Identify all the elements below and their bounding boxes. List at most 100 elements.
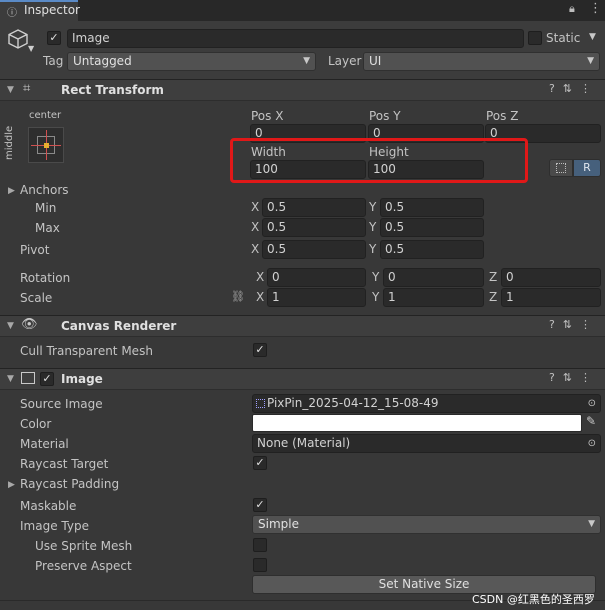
foldout-arrow-icon[interactable]: ▼ [7,321,14,331]
rot-x-letter: X [256,270,265,284]
rotation-label: Rotation [20,271,71,285]
object-picker-icon[interactable]: ⊙ [588,395,596,412]
layer-value: UI [369,54,382,68]
max-y-letter: Y [369,220,377,234]
canvas-renderer-header[interactable]: ▼ 👁︎ Canvas Renderer ?⇅⋮ [0,315,605,337]
rot-y-letter: Y [372,270,380,284]
pivot-label: Pivot [20,243,50,257]
tag-dropdown[interactable]: Untagged ▼ [67,52,316,71]
object-name-input[interactable]: Image [67,29,524,48]
rect-transform-header[interactable]: ▼ ⌗ Rect Transform ?⇅⋮ [0,79,605,101]
raycast-target-label: Raycast Target [20,457,109,471]
pivot-y-field[interactable]: 0.5 [380,240,484,259]
max-x-letter: X [251,220,260,234]
blueprint-mode-button[interactable] [549,159,573,177]
use-sprite-mesh-label: Use Sprite Mesh [35,539,133,553]
component-header-icons[interactable]: ?⇅⋮ [549,82,599,95]
color-label: Color [20,417,52,431]
raycast-padding-label: Raycast Padding [20,477,120,491]
scale-label: Scale [20,291,53,305]
image-icon [21,372,35,384]
chevron-down-icon: ▼ [588,519,595,529]
material-label: Material [20,437,69,451]
pivot-y-letter: Y [369,242,377,256]
chevron-down-icon: ▼ [303,56,310,66]
anchor-max-y-field[interactable]: 0.5 [380,218,484,237]
anchors-foldout-icon[interactable]: ▶ [8,186,15,196]
cull-transparent-mesh-label: Cull Transparent Mesh [20,344,153,358]
scale-x-field[interactable]: 1 [267,288,366,307]
link-icon[interactable]: ⛓︎ [231,290,245,303]
rect-transform-title: Rect Transform [61,83,164,97]
pivot-x-field[interactable]: 0.5 [262,240,366,259]
color-swatch[interactable] [252,414,582,432]
kebab-menu-icon[interactable]: ⋮ [589,1,602,16]
source-image-label: Source Image [20,397,103,411]
anchors-label: Anchors [20,183,69,197]
eyedropper-icon[interactable]: ✎ [586,414,596,428]
static-label: Static [546,31,581,45]
active-checkbox[interactable]: ✓ [47,31,61,45]
image-component-header[interactable]: ▼ ✓ Image ?⇅⋮ [0,368,605,390]
foldout-arrow-icon[interactable]: ▼ [7,374,14,384]
anchor-min-y-field[interactable]: 0.5 [380,198,484,217]
image-enabled-checkbox[interactable]: ✓ [40,372,54,386]
image-type-dropdown[interactable]: Simple ▼ [252,515,601,534]
component-header-icons[interactable]: ?⇅⋮ [549,318,599,331]
highlight-box [230,138,528,183]
chevron-down-icon: ▼ [587,56,594,66]
static-dropdown-icon[interactable]: ▼ [589,32,596,42]
min-x-letter: X [251,200,260,214]
preserve-aspect-checkbox[interactable] [253,558,267,572]
min-label: Min [35,201,57,215]
scale-z-field[interactable]: 1 [501,288,601,307]
scale-y-letter: Y [372,290,380,304]
layer-dropdown[interactable]: UI ▼ [363,52,600,71]
anchor-min-x-field[interactable]: 0.5 [262,198,366,217]
anchor-preset-button[interactable] [28,127,64,163]
cube-dropdown-icon[interactable]: ▼ [28,44,34,53]
scale-z-letter: Z [489,290,498,304]
source-image-field[interactable]: PixPin_2025-04-12_15-08-49 ⊙ [252,394,601,413]
image-component-title: Image [61,372,103,386]
use-sprite-mesh-checkbox[interactable] [253,538,267,552]
sprite-icon [256,399,265,408]
min-y-letter: Y [369,200,377,214]
rect-transform-icon: ⌗ [23,81,31,96]
maskable-label: Maskable [20,499,77,513]
tag-label: Tag [43,54,64,68]
source-image-value: PixPin_2025-04-12_15-08-49 [267,396,439,410]
image-type-label: Image Type [20,519,89,533]
rot-z-letter: Z [489,270,498,284]
lock-icon[interactable]: 🔒︎ [569,2,575,16]
object-picker-icon[interactable]: ⊙ [588,435,596,452]
anchor-preset-h-label: center [29,110,62,121]
raycast-target-checkbox[interactable]: ✓ [253,456,267,470]
preserve-aspect-label: Preserve Aspect [35,559,132,573]
rotation-y-field[interactable]: 0 [383,268,484,287]
anchor-max-x-field[interactable]: 0.5 [262,218,366,237]
image-type-value: Simple [258,517,299,531]
cube-icon [8,29,28,49]
scale-x-letter: X [256,290,265,304]
anchor-preset-v-label: middle [4,125,15,160]
static-checkbox[interactable] [528,31,542,45]
rotation-z-field[interactable]: 0 [501,268,601,287]
cull-transparent-mesh-checkbox[interactable]: ✓ [253,343,267,357]
component-header-icons[interactable]: ?⇅⋮ [549,371,599,384]
scale-y-field[interactable]: 1 [383,288,484,307]
raycast-padding-foldout-icon[interactable]: ▶ [8,480,15,490]
rotation-x-field[interactable]: 0 [267,268,366,287]
tag-value: Untagged [73,54,132,68]
material-value: None (Material) [257,436,351,450]
max-label: Max [35,221,60,235]
layer-label: Layer [328,54,362,68]
foldout-arrow-icon[interactable]: ▼ [7,85,14,95]
pivot-x-letter: X [251,242,260,256]
tab-inspector[interactable]: ⓘ Inspector [0,0,80,21]
raw-edit-button[interactable]: R [573,159,601,177]
maskable-checkbox[interactable]: ✓ [253,498,267,512]
tab-bar [0,0,605,21]
tab-label: Inspector [24,3,80,17]
material-field[interactable]: None (Material) ⊙ [252,434,601,453]
